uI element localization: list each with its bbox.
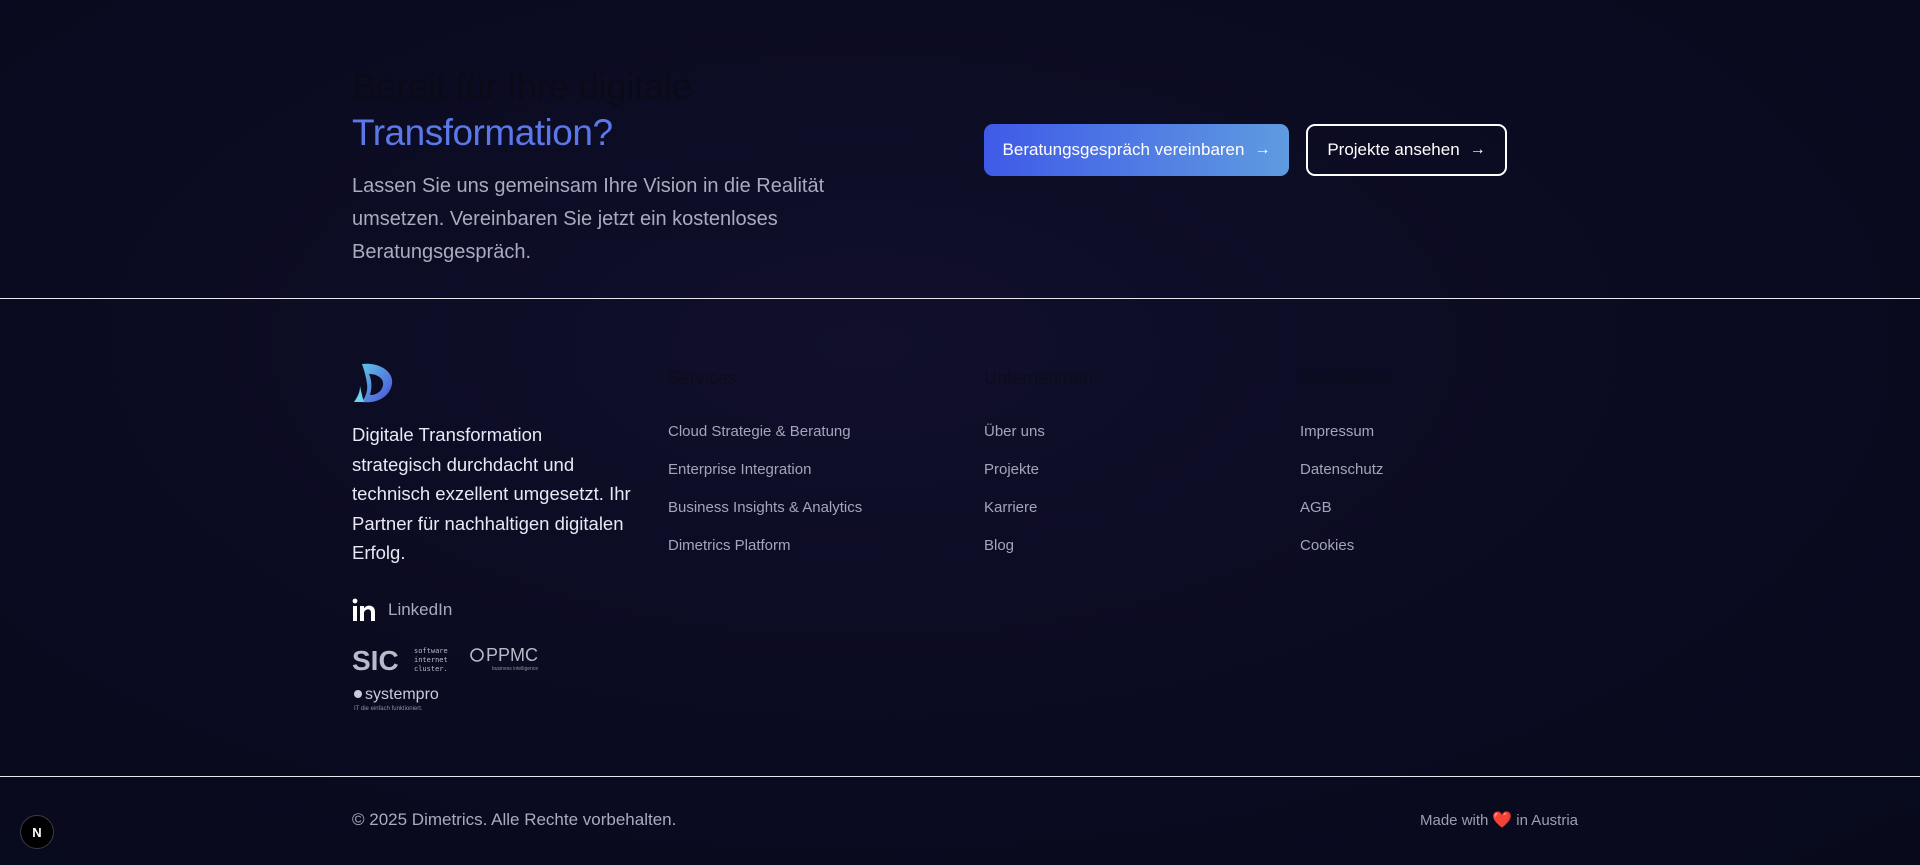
footer-column-title: Unternehmen xyxy=(984,368,1094,388)
sic-logo-text: SIC xyxy=(352,645,399,675)
footer-column-legal: Rechtliches Impressum Datenschutz AGB Co… xyxy=(1300,364,1393,574)
footer-column-title: Rechtliches xyxy=(1300,368,1394,388)
linkedin-link[interactable]: LinkedIn xyxy=(352,598,452,622)
footer-column-company: Unternehmen Über uns Projekte Karriere B… xyxy=(984,364,1093,574)
arrow-right-icon: → xyxy=(1469,141,1486,158)
footer-link[interactable]: Enterprise Integration xyxy=(668,460,862,480)
footer-column-services: Services Cloud Strategie & Beratung Ente… xyxy=(668,364,862,574)
arrow-right-icon: → xyxy=(1254,141,1271,158)
made-with-text: Made with ❤️ in Austria xyxy=(1420,810,1578,830)
footer-link[interactable]: Karriere xyxy=(984,498,1093,518)
heart-icon: ❤️ xyxy=(1492,812,1513,829)
book-consultation-button[interactable]: Beratungsgespräch vereinbaren → xyxy=(984,124,1289,176)
systempro-logo-sub: IT die einfach funktioniert. xyxy=(354,706,423,712)
section-divider xyxy=(0,298,1920,299)
nextjs-dev-indicator-icon[interactable]: N xyxy=(20,815,54,849)
copyright-text: © 2025 Dimetrics. Alle Rechte vorbehalte… xyxy=(352,810,677,829)
dimetrics-logo[interactable] xyxy=(352,362,394,404)
footer-divider xyxy=(0,776,1920,777)
ppmc-logo-text: PPMC xyxy=(486,645,538,665)
sic-logo-sub-2: internet xyxy=(414,656,448,664)
linkedin-icon xyxy=(352,598,375,621)
footer-column-title: Services xyxy=(668,368,738,388)
ppmc-logo-sub: business intelligence xyxy=(492,666,538,672)
footer-link[interactable]: Business Insights & Analytics xyxy=(668,498,862,518)
sic-logo-sub-3: cluster. xyxy=(414,665,448,673)
sic-logo: SIC software internet cluster. xyxy=(352,645,448,675)
footer-link[interactable]: Über uns xyxy=(984,422,1093,442)
cta-title: Bereit für Ihre digitale Transformation? xyxy=(352,64,692,156)
linkedin-label: LinkedIn xyxy=(388,600,453,619)
systempro-logo-text: systempro xyxy=(365,686,439,703)
footer-description: Digitale Transformation strategisch durc… xyxy=(352,424,631,563)
cta-subtitle: Lassen Sie uns gemeinsam Ihre Vision in … xyxy=(352,175,825,263)
footer-link[interactable]: Projekte xyxy=(984,460,1093,480)
cta-title-line1: Bereit für Ihre digitale xyxy=(352,66,692,107)
footer-link[interactable]: AGB xyxy=(1300,498,1393,518)
view-projects-label: Projekte ansehen xyxy=(1327,140,1460,159)
cta-title-highlight: Transformation? xyxy=(352,112,613,153)
cta-section: Bereit für Ihre digitale Transformation?… xyxy=(0,0,1920,298)
page: Bereit für Ihre digitale Transformation?… xyxy=(0,0,1920,865)
footer-link[interactable]: Blog xyxy=(984,536,1093,556)
footer-link[interactable]: Cloud Strategie & Beratung xyxy=(668,422,862,442)
footer-link[interactable]: Dimetrics Platform xyxy=(668,536,862,556)
footer-link[interactable]: Datenschutz xyxy=(1300,460,1393,480)
footer-link[interactable]: Cookies xyxy=(1300,536,1393,556)
footer-link[interactable]: Impressum xyxy=(1300,422,1393,442)
made-with-prefix: Made with xyxy=(1420,811,1489,829)
view-projects-button[interactable]: Projekte ansehen → xyxy=(1306,124,1507,176)
sic-logo-sub-1: software xyxy=(414,647,448,655)
ppmc-logo: PPMC business intelligence xyxy=(470,645,538,672)
systempro-logo: systempro IT die einfach funktioniert. xyxy=(354,686,439,712)
book-consultation-label: Beratungsgespräch vereinbaren xyxy=(1002,140,1245,159)
made-with-suffix: in Austria xyxy=(1516,811,1578,829)
